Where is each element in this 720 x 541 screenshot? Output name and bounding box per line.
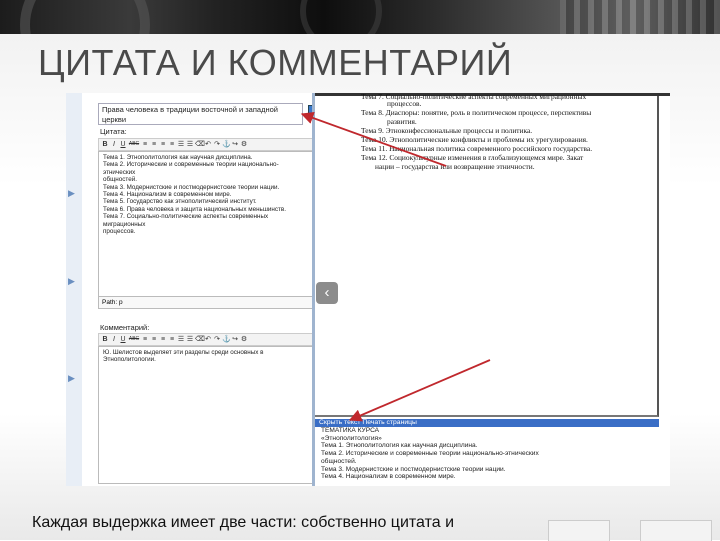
document-panel: Тема 7. Социально-политические аспекты с…: [315, 93, 670, 486]
toolbar-button[interactable]: ≡: [141, 335, 149, 344]
chevron-left-icon[interactable]: ‹: [316, 282, 338, 304]
quote-line: миграционных: [103, 220, 146, 228]
toolbar-button[interactable]: ⚓: [222, 335, 231, 344]
quote-line: Тема 7. Социально-политические аспекты с…: [103, 213, 269, 221]
quote-label: Цитата:: [100, 127, 127, 136]
toolbar-button[interactable]: ⌫: [195, 335, 205, 344]
slide-caption: Каждая выдержка имеет две части: собстве…: [32, 514, 455, 531]
course-line: Тема 1. Этнополитология как научная дисц…: [321, 442, 478, 450]
path-text: Path: p: [102, 299, 123, 306]
corner-decoration: [640, 520, 712, 541]
toolbar-button[interactable]: ↪: [231, 140, 239, 149]
path-bar: Path: p ◢: [98, 297, 324, 309]
toolbar-button[interactable]: B: [101, 140, 109, 149]
quote-line: общностей.: [103, 176, 137, 184]
quote-editor[interactable]: Тема 1. Этнополитология как научная дисц…: [98, 151, 324, 297]
title-field[interactable]: Права человека в традиции восточной и за…: [98, 103, 303, 125]
expand-arrow-icon[interactable]: ▶: [68, 373, 78, 385]
toolbar-button[interactable]: ☰: [177, 335, 185, 344]
toolbar-button[interactable]: ≡: [168, 140, 176, 149]
toolbar-button[interactable]: ⚓: [222, 140, 231, 149]
header-banner: [0, 0, 720, 34]
quote-line: Тема 2. Исторические и современные теори…: [103, 161, 279, 169]
expand-arrow-icon[interactable]: ▶: [68, 188, 78, 200]
toolbar-button[interactable]: ↪: [231, 335, 239, 344]
toolbar-button[interactable]: ≡: [141, 140, 149, 149]
metal-decoration: [560, 0, 720, 34]
quote-line: процессов.: [103, 228, 136, 236]
course-line: Тема 2. Исторические и современные теори…: [321, 450, 539, 458]
quote-toolbar: B I U ABC ≡ ≡ ≡ ≡ ☰ ☰ ⌫ ↶ ↷ ⚓ ↪ ⚙: [98, 138, 324, 151]
toolbar-button[interactable]: ≡: [150, 140, 158, 149]
comment-toolbar: B I U ABC ≡ ≡ ≡ ≡ ☰ ☰ ⌫ ↶ ↷ ⚓ ↪ ⚙: [98, 333, 324, 346]
toolbar-button[interactable]: B: [101, 335, 109, 344]
toolbar-button[interactable]: ≡: [150, 335, 158, 344]
toolbar-button[interactable]: ☰: [186, 140, 194, 149]
toolbar-button[interactable]: ⚙: [240, 335, 248, 344]
quote-line: Тема 6. Права человека и защита национал…: [103, 205, 286, 213]
course-line: «Этнополитология»: [321, 434, 382, 442]
toolbar-button[interactable]: ≡: [168, 335, 176, 344]
corner-decoration: [548, 520, 610, 541]
comment-label: Комментарий:: [100, 323, 150, 332]
toolbar-button[interactable]: ↶: [204, 140, 212, 149]
toolbar-button[interactable]: ↷: [213, 140, 221, 149]
quote-line: Тема 1. Этнополитология как научная дисц…: [103, 154, 253, 161]
course-line: Тема 3. Модернистские и постмодернистски…: [321, 465, 506, 473]
expand-arrow-icon[interactable]: ▶: [68, 276, 78, 288]
toolbar-button[interactable]: ABC: [128, 335, 140, 344]
toolbar-button[interactable]: ≡: [159, 335, 167, 344]
toolbar-button[interactable]: U: [119, 335, 127, 344]
toolbar-button[interactable]: ↶: [204, 335, 212, 344]
toolbar-button[interactable]: U: [119, 140, 127, 149]
comment-editor[interactable]: Ю. Шелистов выделяет эти разделы среди о…: [98, 346, 324, 484]
wheel-decoration: [300, 0, 382, 34]
toolbar-button[interactable]: ☰: [177, 140, 185, 149]
toolbar-button[interactable]: ☰: [186, 335, 194, 344]
toolbar-button[interactable]: ⚙: [240, 140, 248, 149]
editor-panel: ▶ ▶ ▶ Права человека в традиции восточно…: [66, 93, 324, 486]
toolbar-button[interactable]: ≡: [159, 140, 167, 149]
course-line: Тема 4. Национализм в современном мире.: [321, 473, 456, 481]
toolbar-button[interactable]: ⌫: [195, 140, 205, 149]
quote-line: Тема 3. Модернистские и постмодернистски…: [103, 183, 280, 191]
toolbar-button[interactable]: ABC: [128, 140, 140, 149]
wheel-decoration: [20, 0, 150, 34]
embedded-screenshot: ▶ ▶ ▶ Права человека в традиции восточно…: [66, 93, 670, 486]
toolbar-button[interactable]: ↷: [213, 335, 221, 344]
document-page: Тема 7. Социально-политические аспекты с…: [315, 93, 670, 417]
slide-title: ЦИТАТА И КОММЕНТАРИЙ: [38, 42, 513, 83]
toolbar-button[interactable]: I: [110, 140, 118, 149]
course-text: ТЕМАТИКА КУРСА «Этнополитология» Тема 1. Э…: [321, 427, 661, 481]
toolbar-button[interactable]: I: [110, 335, 118, 344]
comment-line: Этнополитологии.: [103, 356, 156, 364]
course-line: ТЕМАТИКА КУРСА: [321, 427, 380, 434]
hide-print-bar[interactable]: Скрыть текст Печать страницы: [315, 419, 659, 427]
doc-line: нации – государства или возвращение этни…: [375, 162, 535, 171]
quote-line: Тема 5. Государство как этнополитический…: [103, 198, 257, 206]
comment-line: Ю. Шелистов выделяет эти разделы среди о…: [103, 349, 264, 356]
course-line: общностей.: [321, 457, 357, 465]
